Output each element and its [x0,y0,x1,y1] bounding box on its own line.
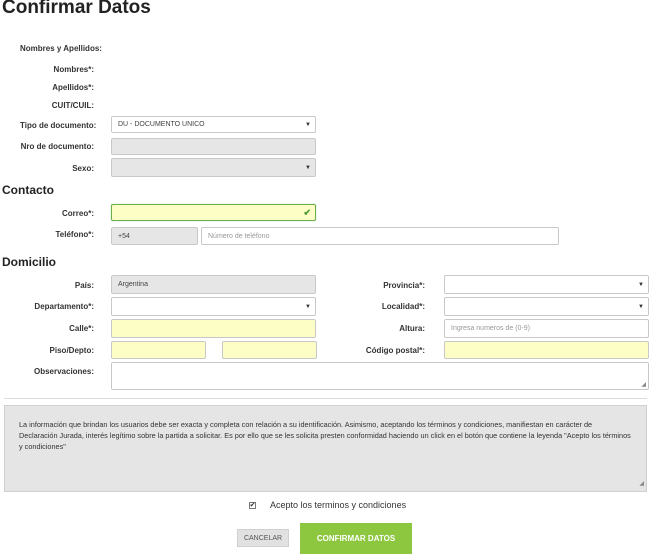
observaciones-label: Observaciones: [33,367,94,376]
departamento-label: Departamento*: [34,302,94,311]
localidad-label: Localidad*: [381,302,425,311]
page-title: Confirmar Datos [2,0,151,18]
calle-label: Calle*: [69,324,94,333]
chevron-down-icon: ▼ [305,303,311,310]
chevron-down-icon: ▼ [305,121,311,128]
terms-checkbox[interactable]: ✔ [249,502,256,509]
nro-documento-field[interactable] [111,138,316,155]
codigo-postal-label: Código postal*: [365,346,425,355]
altura-label: Altura: [399,324,425,333]
calle-input[interactable] [111,319,316,338]
pais-field[interactable]: Argentina [111,275,316,294]
tipo-documento-value: DU - DOCUMENTO UNICO [118,121,205,128]
correo-label: Correo*: [61,209,94,218]
observaciones-textarea[interactable]: ◢ [111,362,649,390]
altura-placeholder: Ingresa numeros de (0-9) [451,325,530,332]
localidad-select[interactable]: ▼ [444,297,649,316]
declaration-text: La información que brindan los usuarios … [19,420,631,451]
declaration-text-box[interactable]: La información que brindan los usuarios … [4,405,647,492]
resize-handle-icon[interactable]: ◢ [641,381,646,388]
tipo-documento-select[interactable]: DU - DOCUMENTO UNICO ▼ [111,116,316,133]
telefono-placeholder: Número de teléfono [208,232,270,240]
chevron-down-icon: ▼ [305,164,311,171]
nombres-apellidos-label: Nombres y Apellidos: [20,44,102,53]
codigo-postal-input[interactable] [444,341,649,359]
altura-input[interactable]: Ingresa numeros de (0-9) [444,319,649,338]
nro-documento-label: Nro de documento: [20,142,94,151]
checkmark-icon: ✔ [249,502,256,509]
departamento-select[interactable]: ▼ [111,297,316,316]
correo-input[interactable]: ✔ [111,204,316,221]
cuit-label: CUIT/CUIL: [51,101,94,110]
nombres-label: Nombres*: [53,65,94,74]
chevron-down-icon: ▼ [638,303,644,310]
pais-label: País: [74,281,94,290]
depto-input[interactable] [222,341,317,359]
cancel-button[interactable]: CANCELAR [237,529,289,547]
apellidos-label: Apellidos*: [52,83,94,92]
section-heading-contacto: Contacto [2,183,54,197]
telefono-prefix-field[interactable]: +54 [111,227,198,245]
check-icon: ✔ [303,207,311,217]
sexo-select[interactable]: ▼ [111,158,316,177]
resize-handle-icon[interactable]: ◢ [639,479,644,490]
telefono-label: Teléfono*: [55,230,94,239]
piso-depto-label: Piso/Depto: [49,346,94,355]
piso-input[interactable] [111,341,206,359]
provincia-select[interactable]: ▼ [444,275,649,294]
chevron-down-icon: ▼ [638,281,644,288]
telefono-prefix: +54 [118,232,130,240]
section-heading-domicilio: Domicilio [2,255,57,269]
tipo-documento-label: Tipo de documento: [20,121,97,130]
confirm-button[interactable]: CONFIRMAR DATOS [300,523,412,554]
terms-label[interactable]: Acepto los terminos y condiciones [270,500,406,510]
divider [4,398,647,399]
pais-value: Argentina [118,281,148,288]
sexo-label: Sexo: [72,164,94,173]
provincia-label: Provincia*: [383,281,425,290]
telefono-input[interactable]: Número de teléfono [201,227,559,245]
